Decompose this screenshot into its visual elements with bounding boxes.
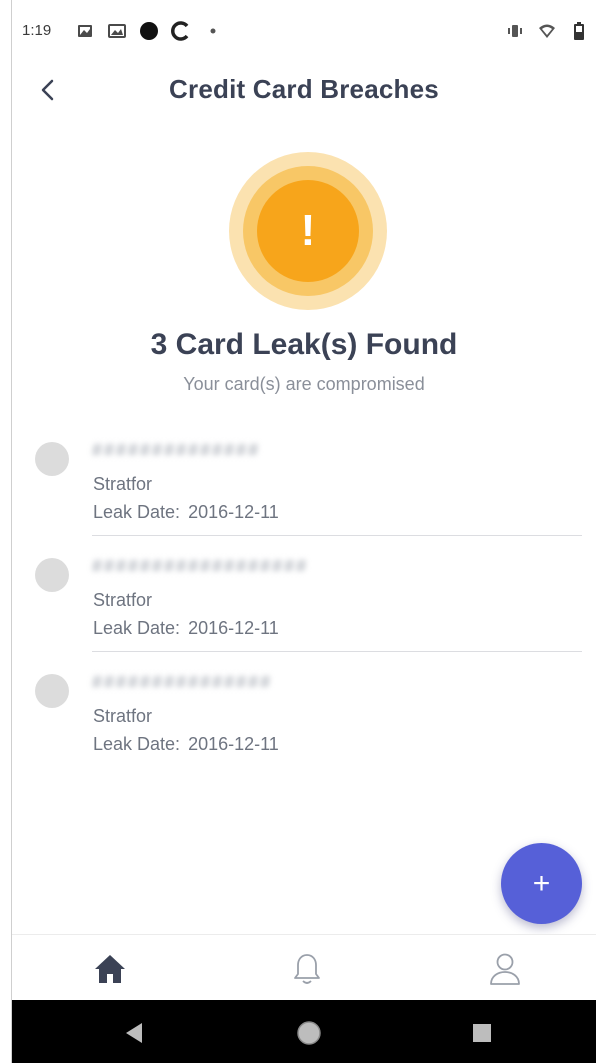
image-icon: [74, 20, 96, 42]
leak-date-label: Leak Date:: [93, 502, 181, 522]
select-radio[interactable]: [35, 442, 69, 476]
bell-icon: [294, 954, 320, 984]
system-nav-bar: [12, 1000, 596, 1063]
leak-source: Stratfor: [93, 474, 153, 494]
dot-icon: [138, 20, 160, 42]
recents-square-icon: [473, 1024, 491, 1042]
list-item[interactable]: ############## Stratfor Leak Date: 2016-…: [12, 420, 596, 536]
leak-subtitle: Your card(s) are compromised: [183, 374, 425, 394]
nav-back-button[interactable]: [119, 1018, 149, 1048]
battery-icon: [568, 20, 590, 42]
leak-date-row: Leak Date: 2016-12-11: [93, 734, 279, 755]
bottom-tab-bar: [12, 934, 596, 1000]
back-triangle-icon: [126, 1023, 142, 1043]
leak-date-label: Leak Date:: [93, 618, 181, 638]
leak-source: Stratfor: [93, 590, 153, 610]
status-system-icons: [504, 20, 590, 42]
status-notification-icons: [74, 20, 224, 42]
list-item[interactable]: ################## Stratfor Leak Date: 2…: [12, 536, 596, 652]
nav-recents-button[interactable]: [467, 1018, 497, 1048]
leak-date-label: Leak Date:: [93, 734, 181, 754]
alert-badge: !: [229, 152, 387, 310]
page-title: Credit Card Breaches: [169, 74, 439, 104]
small-dot-icon: [202, 20, 224, 42]
list-item[interactable]: ############### Stratfor Leak Date: 2016…: [12, 652, 596, 768]
leak-date-value: 2016-12-11: [188, 734, 279, 754]
tab-profile[interactable]: [483, 947, 527, 991]
tab-notifications[interactable]: [285, 947, 329, 991]
leak-date-row: Leak Date: 2016-12-11: [93, 502, 279, 523]
app-header: Credit Card Breaches: [12, 62, 596, 118]
photo-icon: [106, 20, 128, 42]
select-radio[interactable]: [35, 674, 69, 708]
vibrate-icon: [504, 20, 526, 42]
card-number-text: ##################: [92, 555, 309, 576]
device-frame-edge: [0, 0, 12, 1063]
leak-count-title: 3 Card Leak(s) Found: [150, 328, 458, 361]
app-screen: 1:19 Credit Card Breaches ! 3 Card Leak(…: [12, 0, 596, 1063]
home-circle-icon: [297, 1021, 321, 1045]
add-card-button[interactable]: +: [501, 843, 582, 924]
leak-source: Stratfor: [93, 706, 153, 726]
profile-icon: [490, 953, 520, 985]
status-time: 1:19: [22, 22, 52, 39]
tab-home[interactable]: [88, 947, 132, 991]
leak-date-value: 2016-12-11: [188, 618, 279, 638]
status-bar: 1:19: [12, 14, 596, 50]
leak-date-value: 2016-12-11: [188, 502, 279, 522]
plus-icon: +: [532, 866, 551, 900]
c-icon: [170, 20, 192, 42]
leak-list: ############## Stratfor Leak Date: 2016-…: [12, 420, 596, 768]
nav-home-button[interactable]: [294, 1018, 324, 1048]
leak-date-row: Leak Date: 2016-12-11: [93, 618, 279, 639]
select-radio[interactable]: [35, 558, 69, 592]
exclamation-icon: !: [300, 206, 316, 255]
alert-inner-circle: !: [257, 180, 359, 282]
card-number-text: ###############: [92, 671, 273, 692]
card-number-masked: ###############: [92, 668, 332, 696]
home-icon: [95, 955, 125, 983]
card-number-text: ##############: [92, 439, 261, 460]
card-number-masked: ##################: [92, 552, 332, 580]
card-number-masked: ##############: [92, 436, 332, 464]
wifi-icon: [536, 20, 558, 42]
